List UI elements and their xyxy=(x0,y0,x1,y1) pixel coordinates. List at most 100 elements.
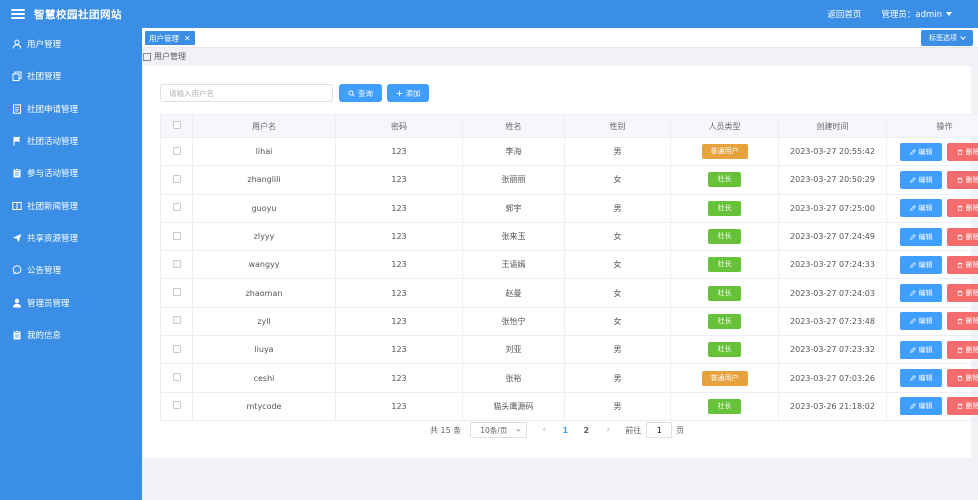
caret-down-icon xyxy=(946,12,952,16)
edit-button[interactable]: 编辑 xyxy=(900,227,942,246)
row-checkbox[interactable] xyxy=(172,288,181,297)
goto-prefix: 前往 xyxy=(625,425,642,435)
cell-gender: 男 xyxy=(564,193,671,223)
row-checkbox[interactable] xyxy=(172,146,181,155)
goto-page-input[interactable] xyxy=(646,422,673,438)
sidebar-item-0[interactable]: 用户管理 xyxy=(0,28,142,60)
row-select-cell xyxy=(160,363,193,393)
search-input[interactable] xyxy=(160,84,333,102)
edit-button[interactable]: 编辑 xyxy=(900,255,942,274)
cell-gender: 女 xyxy=(564,250,671,280)
delete-button[interactable]: 删除 xyxy=(947,397,978,416)
cell-actions: 编辑 删除 xyxy=(886,165,978,195)
sidebar-item-6[interactable]: 共享资源管理 xyxy=(0,222,142,254)
delete-button[interactable]: 删除 xyxy=(947,312,978,331)
cell-name: 猫头鹰源码 xyxy=(462,391,565,421)
row-checkbox[interactable] xyxy=(172,373,181,382)
image-icon xyxy=(143,52,151,61)
row-checkbox[interactable] xyxy=(172,259,181,268)
prev-page-button[interactable]: ‹ xyxy=(539,425,549,435)
row-checkbox[interactable] xyxy=(172,203,181,212)
cell-created: 2023-03-27 07:24:03 xyxy=(778,278,887,308)
sidebar-item-label: 社团申请管理 xyxy=(27,104,79,115)
select-all-checkbox[interactable] xyxy=(172,121,181,129)
edit-button[interactable]: 编辑 xyxy=(900,312,942,331)
edit-button[interactable]: 编辑 xyxy=(900,397,942,416)
sidebar-item-label: 共享资源管理 xyxy=(27,233,79,244)
delete-button[interactable]: 删除 xyxy=(947,340,978,359)
row-checkbox[interactable] xyxy=(172,401,181,410)
delete-button[interactable]: 删除 xyxy=(947,255,978,274)
edit-button[interactable]: 编辑 xyxy=(900,170,942,189)
sidebar-item-7[interactable]: 公告管理 xyxy=(0,254,142,286)
delete-button[interactable]: 删除 xyxy=(947,227,978,246)
sidebar-item-5[interactable]: 社团新闻管理 xyxy=(0,189,142,221)
delete-label: 删除 xyxy=(965,175,978,184)
home-link[interactable]: 返回首页 xyxy=(827,8,861,20)
cell-gender: 男 xyxy=(564,363,671,393)
delete-label: 删除 xyxy=(965,402,978,411)
delete-button[interactable]: 删除 xyxy=(947,369,978,388)
book-icon xyxy=(11,200,22,211)
page-2-button[interactable]: 2 xyxy=(581,426,591,435)
row-checkbox[interactable] xyxy=(172,231,181,240)
next-page-button[interactable]: › xyxy=(603,425,613,435)
trash-icon xyxy=(957,375,962,382)
table-row: ceshi 123 张裕男 普通用户 2023-03-27 07:03:26 编辑 删除 xyxy=(160,363,978,393)
sidebar-item-1[interactable]: 社团管理 xyxy=(0,60,142,92)
edit-button[interactable]: 编辑 xyxy=(900,142,942,161)
row-checkbox[interactable] xyxy=(172,174,181,183)
cell-gender: 男 xyxy=(564,391,671,421)
cell-created: 2023-03-27 07:24:49 xyxy=(778,221,887,252)
edit-button[interactable]: 编辑 xyxy=(900,369,942,388)
user-type-tag: 社长 xyxy=(708,200,741,216)
sidebar-item-3[interactable]: 社团活动管理 xyxy=(0,125,142,157)
sidebar-item-label: 管理员管理 xyxy=(27,298,70,309)
row-select-cell xyxy=(160,391,193,421)
sidebar-item-label: 我的信息 xyxy=(27,330,62,341)
close-icon[interactable]: ✕ xyxy=(184,34,191,43)
sidebar-item-9[interactable]: 我的信息 xyxy=(0,319,142,351)
tab-options-button[interactable]: 标签选项 xyxy=(921,30,973,46)
query-button[interactable]: 查询 xyxy=(339,84,382,102)
cell-password: 123 xyxy=(335,278,463,308)
delete-label: 删除 xyxy=(965,204,978,213)
sidebar-item-2[interactable]: 社团申请管理 xyxy=(0,93,142,125)
edit-button[interactable]: 编辑 xyxy=(900,340,942,359)
row-checkbox[interactable] xyxy=(172,344,181,353)
cell-name: 赵曼 xyxy=(462,278,565,308)
add-button[interactable]: 添加 xyxy=(387,84,429,102)
table-row: lihai 123 李海男 普通用户 2023-03-27 20:55:42 编辑 删除 xyxy=(160,136,978,167)
total-count: 共 15 条 xyxy=(430,425,462,435)
sidebar-item-label: 公告管理 xyxy=(27,266,62,277)
cell-name: 刘亚 xyxy=(462,335,565,365)
page-size-select[interactable]: 10条/页 xyxy=(470,422,528,438)
page-1-button[interactable]: 1 xyxy=(560,426,570,435)
cell-password: 123 xyxy=(335,335,463,365)
cell-username: mtycode xyxy=(192,391,336,421)
edit-button[interactable]: 编辑 xyxy=(900,199,942,218)
menu-toggle-icon[interactable] xyxy=(11,9,25,19)
clipboard-icon xyxy=(11,329,22,340)
cell-actions: 编辑 删除 xyxy=(886,193,978,223)
row-checkbox[interactable] xyxy=(172,316,181,325)
sidebar-item-4[interactable]: 参与活动管理 xyxy=(0,157,142,189)
delete-button[interactable]: 删除 xyxy=(947,199,978,218)
delete-button[interactable]: 删除 xyxy=(947,170,978,189)
cell-created: 2023-03-27 07:23:32 xyxy=(778,335,887,365)
cell-actions: 编辑 删除 xyxy=(886,278,978,308)
delete-label: 删除 xyxy=(965,289,978,298)
user-icon xyxy=(11,39,22,50)
admin-dropdown[interactable]: 管理员：admin xyxy=(881,8,952,20)
cell-name: 张怡宁 xyxy=(462,306,565,337)
cell-created: 2023-03-27 07:23:48 xyxy=(778,306,887,337)
tab-user-management[interactable]: 用户管理 ✕ xyxy=(145,31,195,45)
trash-icon xyxy=(957,205,962,212)
edit-button[interactable]: 编辑 xyxy=(900,284,942,303)
cell-username: wangyy xyxy=(192,250,336,280)
delete-button[interactable]: 删除 xyxy=(947,142,978,161)
column-header: 密码 xyxy=(335,114,463,138)
delete-button[interactable]: 删除 xyxy=(947,284,978,303)
sidebar-item-8[interactable]: 管理员管理 xyxy=(0,286,142,318)
cell-gender: 男 xyxy=(564,136,671,167)
